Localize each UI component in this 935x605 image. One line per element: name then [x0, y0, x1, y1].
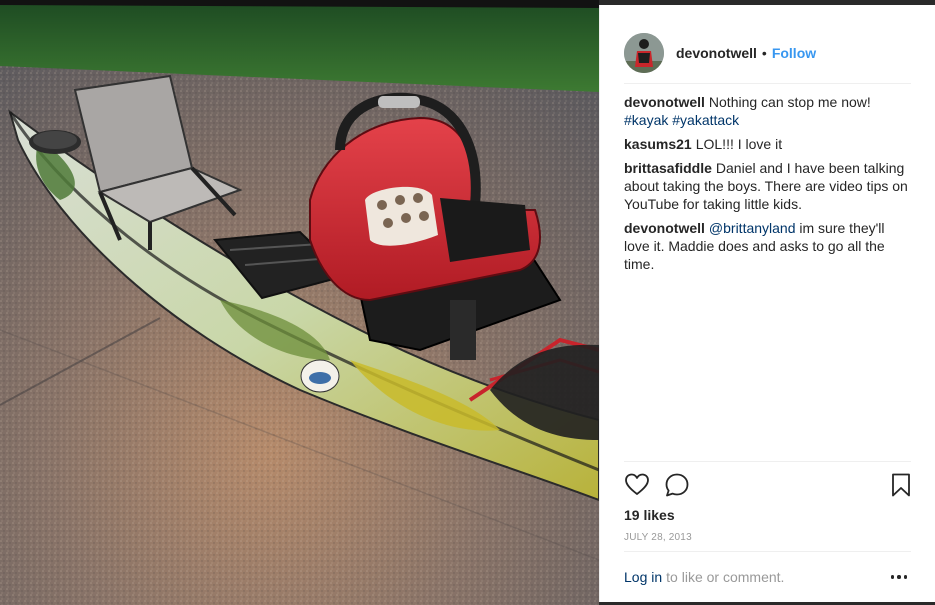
- mention-link[interactable]: @brittanyland: [709, 220, 796, 236]
- avatar-image: [624, 33, 664, 73]
- heart-icon[interactable]: [624, 472, 650, 498]
- comments-list: devonotwell Nothing can stop me now! #kay…: [624, 93, 911, 279]
- post-photo[interactable]: [0, 0, 599, 605]
- post-header: devonotwell • Follow: [624, 23, 911, 84]
- comment-text: LOL!!! I love it: [695, 136, 783, 152]
- caption-comment: devonotwell Nothing can stop me now! #kay…: [624, 93, 911, 129]
- comment-item: brittasafiddle Daniel and I have been tal…: [624, 159, 911, 213]
- post-sidebar: devonotwell • Follow devonotwell Nothing …: [599, 5, 935, 602]
- comment-author[interactable]: kasums21: [624, 136, 692, 152]
- comment-author[interactable]: devonotwell: [624, 220, 705, 236]
- kayak-photo-illustration: [0, 0, 599, 605]
- comment-author[interactable]: devonotwell: [624, 94, 705, 110]
- comment-icon[interactable]: [664, 472, 690, 498]
- likes-count[interactable]: 19 likes: [624, 507, 675, 523]
- comment-author[interactable]: brittasafiddle: [624, 160, 712, 176]
- username-link[interactable]: devonotwell: [676, 45, 757, 61]
- comment-text: Nothing can stop me now!: [708, 94, 871, 110]
- bookmark-icon[interactable]: [888, 472, 914, 498]
- login-suffix: to like or comment.: [666, 569, 785, 585]
- hashtag-link[interactable]: #yakattack: [672, 112, 739, 128]
- login-link[interactable]: Log in: [624, 569, 662, 585]
- follow-button[interactable]: Follow: [772, 45, 816, 61]
- more-options-icon[interactable]: [887, 565, 911, 589]
- post-date: JULY 28, 2013: [624, 532, 692, 543]
- header-separator: •: [761, 45, 767, 61]
- comment-item: kasums21 LOL!!! I love it: [624, 135, 911, 153]
- hashtag-link[interactable]: #kayak: [624, 112, 668, 128]
- login-prompt: Log in to like or comment.: [624, 551, 911, 602]
- avatar[interactable]: [624, 33, 664, 73]
- comment-item: devonotwell @brittanyland im sure they'll…: [624, 219, 911, 273]
